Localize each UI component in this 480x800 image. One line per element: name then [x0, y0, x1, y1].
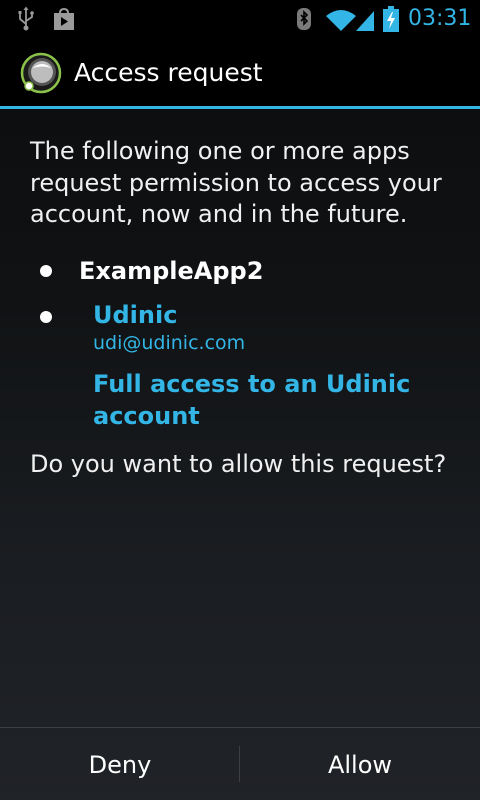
signal-icon: [356, 11, 374, 31]
battery-charging-icon: [383, 6, 399, 32]
bluetooth-icon: [297, 8, 311, 30]
allow-button[interactable]: Allow: [240, 728, 480, 800]
page-title: Access request: [74, 58, 263, 87]
bullet-app: [40, 265, 52, 277]
screen: 03:31 Access request The following one o…: [0, 0, 480, 800]
confirm-question: Do you want to allow this request?: [30, 450, 447, 478]
deny-button[interactable]: Deny: [0, 728, 240, 800]
button-bar: Deny Allow: [0, 727, 480, 800]
status-clock: 03:31: [408, 6, 472, 31]
app-icon: [20, 52, 62, 94]
requesting-app-name: ExampleApp2: [79, 257, 264, 285]
account-email: udi@udinic.com: [93, 332, 246, 354]
bullet-account: [40, 311, 52, 323]
title-bar: Access request: [0, 38, 480, 109]
account-name: Udinic: [93, 301, 178, 329]
intro-text: The following one or more apps request p…: [30, 137, 442, 228]
status-bar: 03:31: [0, 0, 480, 38]
permission-description: Full access to an Udinic account: [93, 370, 411, 430]
wifi-icon: [326, 10, 356, 31]
usb-icon: [18, 6, 34, 31]
play-store-icon: [54, 7, 74, 30]
